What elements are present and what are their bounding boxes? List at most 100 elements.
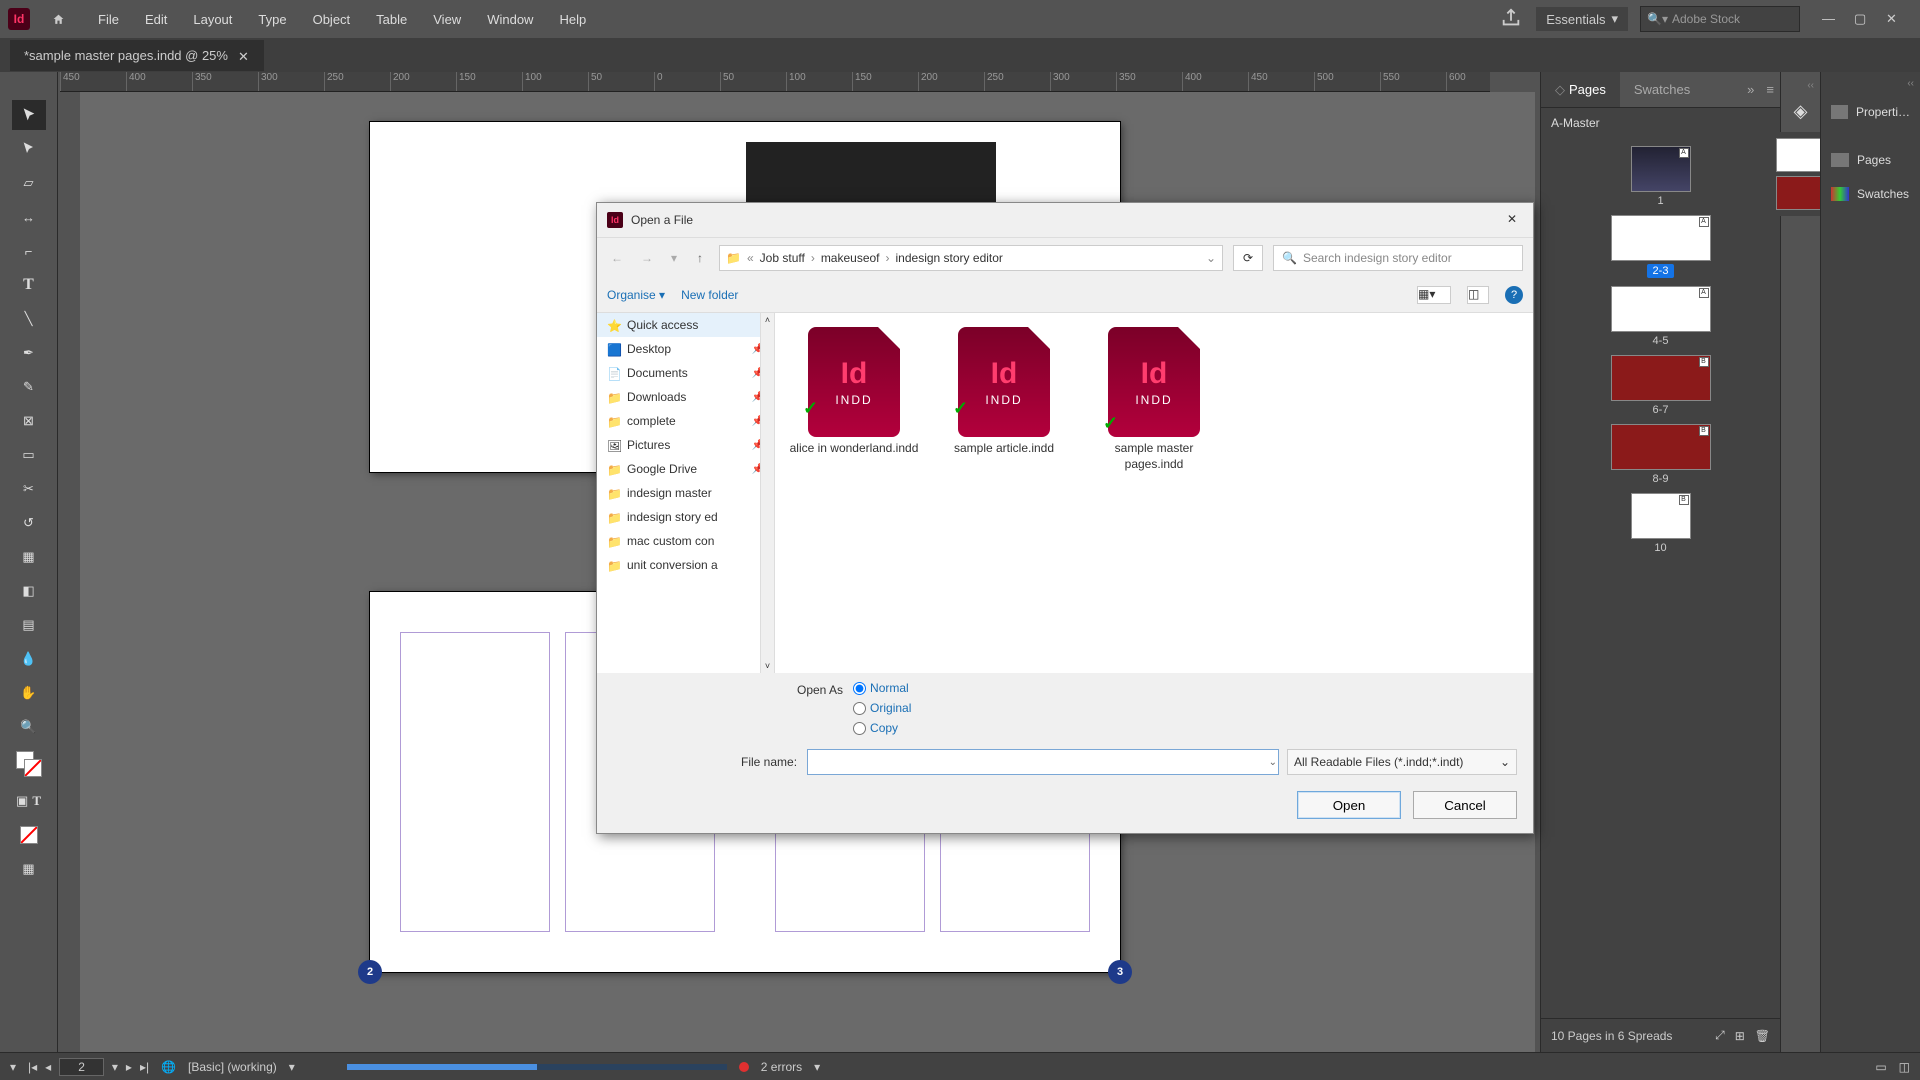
file-item[interactable]: IdINDD✓sample article.indd	[939, 327, 1069, 457]
apply-color-container[interactable]: ▣ T	[12, 786, 46, 816]
master-thumb-none[interactable]	[1776, 138, 1826, 172]
tree-item[interactable]: 📁Downloads📌	[597, 385, 774, 409]
file-type-filter[interactable]: All Readable Files (*.indd;*.indt)⌄	[1287, 749, 1517, 775]
pages-panel-button[interactable]: Pages	[1821, 143, 1920, 177]
menu-help[interactable]: Help	[547, 6, 598, 33]
tree-item[interactable]: 🟦Desktop📌	[597, 337, 774, 361]
master-pages-row[interactable]: A-Master	[1541, 108, 1780, 138]
zoom-tool[interactable]: 🔍	[12, 712, 46, 742]
first-page-button[interactable]: |◂	[28, 1060, 37, 1074]
view-mode-dropdown[interactable]: ▦▾	[1417, 286, 1451, 304]
properties-panel-button[interactable]: Properti…	[1821, 95, 1920, 129]
crumb-dropdown[interactable]: ⌄	[1206, 251, 1216, 265]
master-thumb-a[interactable]	[1776, 176, 1826, 210]
nav-back-button[interactable]: ←	[607, 251, 627, 265]
tree-scrollbar[interactable]: ˄˅	[760, 313, 774, 673]
prev-page-button[interactable]: ◂	[45, 1060, 51, 1074]
window-minimize[interactable]: —	[1822, 11, 1838, 27]
view-mode[interactable]: ▦	[12, 854, 46, 884]
menu-object[interactable]: Object	[301, 6, 363, 33]
folder-tree[interactable]: ˄˅ ⭐Quick access🟦Desktop📌📄Documents📌📁Dow…	[597, 313, 775, 673]
zoom-dropdown[interactable]: ▾	[10, 1060, 16, 1074]
type-tool[interactable]: 100T	[12, 270, 46, 300]
dock-expand-icon[interactable]: ‹‹	[1807, 80, 1820, 91]
open-button[interactable]: Open	[1297, 791, 1401, 819]
open-as-option[interactable]: Copy	[853, 721, 911, 735]
error-count[interactable]: 2 errors	[761, 1060, 802, 1074]
rail-expand-icon[interactable]: ‹‹	[1901, 72, 1920, 95]
file-item[interactable]: IdINDD✓alice in wonderland.indd	[789, 327, 919, 457]
home-button[interactable]	[44, 5, 72, 33]
tree-item[interactable]: 📁mac custom con	[597, 529, 774, 553]
menu-file[interactable]: File	[86, 6, 131, 33]
menu-edit[interactable]: Edit	[133, 6, 179, 33]
eyedropper-tool[interactable]: 💧	[12, 644, 46, 674]
panel-collapse-icon[interactable]: »	[1741, 72, 1760, 107]
close-icon[interactable]: ✕	[238, 49, 250, 61]
split-view-icon[interactable]: ◫	[1899, 1060, 1910, 1074]
menu-window[interactable]: Window	[475, 6, 545, 33]
new-folder-button[interactable]: New folder	[681, 288, 738, 302]
preflight-profile[interactable]: [Basic] (working)	[188, 1060, 277, 1074]
tree-item[interactable]: 📄Documents📌	[597, 361, 774, 385]
pencil-tool[interactable]: ✎	[12, 372, 46, 402]
page-dropdown[interactable]: ▾	[112, 1060, 118, 1074]
hand-tool[interactable]: ✋	[12, 678, 46, 708]
new-page-icon[interactable]: ⊞	[1735, 1029, 1745, 1043]
swatches-panel-button[interactable]: Swatches	[1821, 177, 1920, 211]
open-as-option[interactable]: Normal	[853, 681, 911, 695]
preview-pane-toggle[interactable]: ◫	[1467, 286, 1489, 304]
tab-swatches[interactable]: Swatches	[1620, 72, 1704, 107]
gradient-swatch-tool[interactable]: 300▦	[12, 542, 46, 572]
page-thumb[interactable]: B6-7	[1611, 355, 1711, 416]
menu-layout[interactable]: Layout	[181, 6, 244, 33]
crumb-2[interactable]: makeuseof	[821, 251, 880, 265]
file-name-dropdown[interactable]: ⌄	[1269, 757, 1277, 768]
selection-tool[interactable]	[12, 100, 46, 130]
file-item[interactable]: IdINDD✓sample master pages.indd	[1089, 327, 1219, 472]
adobe-stock-search[interactable]: 🔍▾ Adobe Stock	[1640, 6, 1800, 32]
tree-item[interactable]: 📁unit conversion a	[597, 553, 774, 577]
gradient-feather-tool[interactable]: ◧	[12, 576, 46, 606]
crumb-1[interactable]: Job stuff	[760, 251, 805, 265]
tree-item[interactable]: 📁complete📌	[597, 409, 774, 433]
tree-item[interactable]: 📁Google Drive📌	[597, 457, 774, 481]
window-close[interactable]: ✕	[1886, 11, 1902, 27]
fill-stroke-swap[interactable]	[12, 746, 46, 782]
nav-up-button[interactable]: ↑	[691, 251, 709, 265]
rectangle-frame-tool[interactable]: 200⊠	[12, 406, 46, 436]
content-collector-tool[interactable]: ⌐	[12, 236, 46, 266]
tree-item[interactable]: ⭐Quick access	[597, 313, 774, 337]
pen-tool[interactable]: 150✒	[12, 338, 46, 368]
radio-input[interactable]	[853, 722, 866, 735]
dialog-search[interactable]: 🔍 Search indesign story editor	[1273, 245, 1523, 271]
apply-none[interactable]	[12, 820, 46, 850]
help-button[interactable]: ?	[1505, 286, 1523, 304]
page-thumb[interactable]: A2-3	[1611, 215, 1711, 278]
radio-input[interactable]	[853, 682, 866, 695]
screen-mode-icon[interactable]: ▭	[1875, 1060, 1886, 1074]
file-list[interactable]: IdINDD✓alice in wonderland.inddIdINDD✓sa…	[775, 313, 1533, 673]
panel-menu-icon[interactable]: ≡	[1760, 72, 1780, 107]
page-thumb[interactable]: B8-9	[1611, 424, 1711, 485]
next-page-button[interactable]: ▸	[126, 1060, 132, 1074]
note-tool[interactable]: ▤	[12, 610, 46, 640]
refresh-button[interactable]: ⟳	[1233, 245, 1263, 271]
nav-forward-button[interactable]: →	[637, 251, 657, 265]
file-name-input[interactable]	[807, 749, 1279, 775]
page-thumb[interactable]: A4-5	[1611, 286, 1711, 347]
tree-item[interactable]: 📁indesign story ed	[597, 505, 774, 529]
page-thumb[interactable]: A1	[1631, 146, 1691, 207]
menu-table[interactable]: Table	[364, 6, 419, 33]
crumb-3[interactable]: indesign story editor	[896, 251, 1003, 265]
radio-input[interactable]	[853, 702, 866, 715]
nav-recent-dropdown[interactable]: ▾	[667, 251, 681, 265]
free-transform-tool[interactable]: ↺	[12, 508, 46, 538]
menu-view[interactable]: View	[421, 6, 473, 33]
line-tool[interactable]: ╲	[12, 304, 46, 334]
open-as-option[interactable]: Original	[853, 701, 911, 715]
preflight-icon[interactable]: 🌐	[161, 1060, 176, 1074]
dialog-close-button[interactable]: ✕	[1507, 212, 1523, 228]
preflight-dropdown[interactable]: ▾	[289, 1060, 295, 1074]
menu-type[interactable]: Type	[246, 6, 298, 33]
